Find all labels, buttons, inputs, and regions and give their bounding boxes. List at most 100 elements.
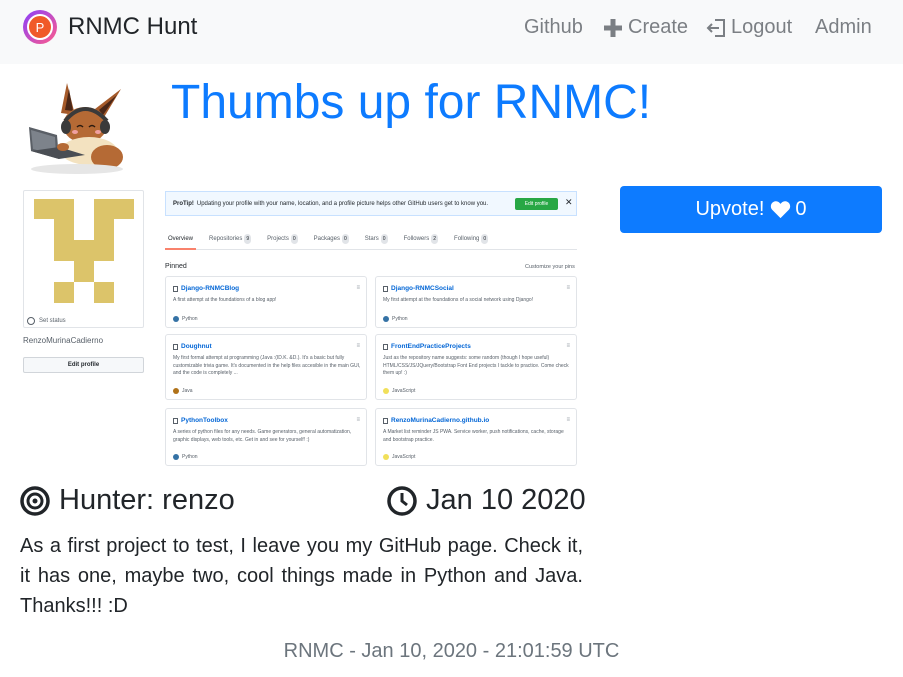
drag-handle-icon[interactable]: ≡: [356, 285, 360, 291]
repo-language: Python: [392, 316, 408, 322]
date-label: Jan 10 2020: [426, 484, 586, 516]
pinned-repo-card[interactable]: PythonToolbox ≡ A series of python files…: [165, 408, 367, 466]
upvote-label: Upvote!: [695, 198, 765, 220]
pinned-repo-card[interactable]: Django-RNMCSocial ≡ My first attempt at …: [375, 276, 577, 328]
upvote-button[interactable]: Upvote! 0: [620, 186, 882, 233]
tab-stars[interactable]: Stars 0: [362, 230, 391, 250]
tab-count: 0: [380, 234, 388, 244]
language-dot-icon: [173, 388, 179, 394]
upvote-count: 0: [795, 198, 807, 220]
repo-description: My first attempt at the foundations of a…: [383, 297, 534, 303]
screenshot-username: RenzoMurinaCadierno: [23, 336, 104, 345]
pinned-repo-card[interactable]: Django-RNMCBlog ≡ A first attempt at the…: [165, 276, 367, 328]
repo-language: Python: [182, 316, 198, 322]
drag-handle-icon[interactable]: ≡: [566, 285, 570, 291]
repo-language: JavaScript: [392, 454, 416, 460]
repo-title[interactable]: Doughnut: [181, 343, 212, 350]
tab-label: Packages: [313, 236, 340, 242]
tab-projects[interactable]: Projects 0: [264, 230, 300, 250]
target-icon: [20, 485, 50, 516]
pinned-repo-card[interactable]: RenzoMurinaCadierno.github.io ≡ A Market…: [375, 408, 577, 466]
tab-label: Overview: [168, 236, 194, 242]
tab-label: Stars: [364, 236, 379, 242]
tab-label: Following: [454, 236, 480, 242]
customize-pins-link[interactable]: Customize your pins: [525, 264, 575, 270]
plus-icon: [603, 18, 623, 38]
pinned-repo-card[interactable]: FrontEndPracticeProjects ≡ Just as the r…: [375, 334, 577, 400]
tab-label: Repositories: [209, 236, 243, 242]
language-dot-icon: [383, 388, 389, 394]
repo-description: A series of python files for any needs. …: [173, 429, 352, 443]
identicon-image: [34, 199, 134, 303]
repo-icon: [383, 343, 388, 350]
repo-title[interactable]: Django-RNMCSocial: [391, 285, 454, 292]
repo-title[interactable]: PythonToolbox: [181, 417, 228, 424]
brand-logo-letter: P: [27, 14, 53, 40]
repo-description: A first attempt at the foundations of a …: [173, 297, 277, 303]
logout-icon: [706, 18, 726, 38]
protip-text: Updating your profile with your name, lo…: [196, 200, 489, 207]
tab-overview[interactable]: Overview: [165, 230, 197, 250]
tab-count: 0: [481, 234, 489, 244]
set-status-label: Set status: [39, 318, 66, 324]
screenshot-tabs: Overview Repositories 9 Projects 0 Package…: [165, 230, 577, 250]
repo-language: JavaScript: [392, 388, 416, 394]
language-dot-icon: [173, 316, 179, 322]
navbar: P RNMC Hunt Github Create Logout Admin: [0, 0, 903, 64]
nav-admin-label: Admin: [815, 16, 872, 38]
drag-handle-icon[interactable]: ≡: [356, 417, 360, 423]
pinned-repo-card[interactable]: Doughnut ≡ My first formal attempt at pr…: [165, 334, 367, 400]
repo-language: Python: [182, 454, 198, 460]
hunter-label: Hunter: renzo: [59, 484, 235, 516]
repo-icon: [173, 285, 178, 292]
repo-icon: [383, 417, 388, 424]
repo-title[interactable]: Django-RNMCBlog: [181, 285, 239, 292]
nav-create-link[interactable]: Create: [603, 16, 688, 39]
screenshot-protip-banner: ProTip! Updating your profile with your …: [165, 191, 577, 216]
nav-admin-link[interactable]: Admin: [815, 16, 872, 39]
clock-icon: [387, 485, 417, 516]
set-status-button[interactable]: Set status: [27, 317, 66, 325]
screenshot-edit-profile-button[interactable]: Edit profile: [23, 357, 144, 373]
language-dot-icon: [173, 454, 179, 460]
repo-language: Java: [182, 388, 193, 394]
drag-handle-icon[interactable]: ≡: [566, 417, 570, 423]
date-info: Jan 10 2020: [387, 484, 586, 517]
product-screenshot: Set status RenzoMurinaCadierno Edit prof…: [20, 186, 580, 468]
close-icon[interactable]: ✕: [565, 197, 573, 208]
nav-create-label: Create: [628, 16, 689, 38]
repo-title[interactable]: RenzoMurinaCadierno.github.io: [391, 417, 489, 424]
drag-handle-icon[interactable]: ≡: [356, 343, 360, 349]
nav-logout-link[interactable]: Logout: [706, 16, 792, 39]
tab-packages[interactable]: Packages 0: [311, 230, 352, 250]
tab-following[interactable]: Following 0: [451, 230, 491, 250]
nav-github-link[interactable]: Github: [524, 16, 583, 39]
tab-repositories[interactable]: Repositories 9: [206, 230, 254, 250]
repo-description: Just as the repository name suggests: so…: [383, 355, 569, 376]
repo-title[interactable]: FrontEndPracticeProjects: [391, 343, 471, 350]
hunter-info: Hunter: renzo: [20, 484, 235, 517]
drag-handle-icon[interactable]: ≡: [566, 343, 570, 349]
tab-count: 2: [431, 234, 439, 244]
page-title: Thumbs up for RNMC!: [171, 76, 652, 129]
nav-logout-label: Logout: [731, 16, 793, 38]
tab-count: 0: [290, 234, 298, 244]
repo-description: My first formal attempt at programming (…: [173, 355, 361, 376]
language-dot-icon: [383, 454, 389, 460]
pinned-heading: Pinned: [165, 263, 187, 270]
product-description: As a first project to test, I leave you …: [20, 535, 583, 617]
heart-icon: [771, 201, 791, 219]
repo-icon: [173, 343, 178, 350]
tab-label: Projects: [267, 236, 289, 242]
protip-edit-button[interactable]: Edit profile: [515, 198, 558, 210]
smile-icon: [27, 317, 35, 325]
nav-github-label: Github: [524, 16, 583, 38]
brand-logo-icon: P: [23, 10, 57, 44]
language-dot-icon: [383, 316, 389, 322]
footer-meta: RNMC - Jan 10, 2020 - 21:01:59 UTC: [283, 640, 620, 662]
repo-icon: [383, 285, 388, 292]
brand-link[interactable]: P RNMC Hunt: [23, 10, 197, 44]
repo-icon: [173, 417, 178, 424]
tab-count: 0: [341, 234, 349, 244]
tab-followers[interactable]: Followers 2: [401, 230, 441, 250]
